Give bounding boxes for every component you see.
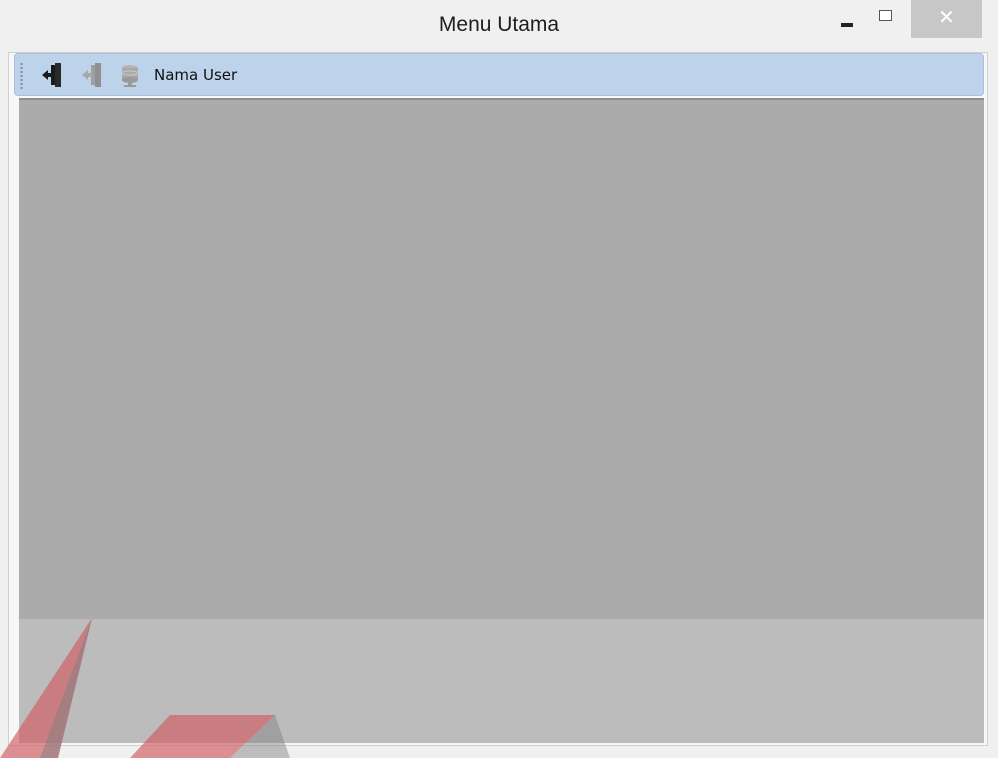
minimize-icon — [841, 23, 853, 27]
logout-door-icon — [82, 63, 101, 87]
database-icon — [121, 65, 139, 87]
user-name-label: Nama User — [154, 66, 238, 84]
login-door-icon — [42, 63, 61, 87]
close-icon: ✕ — [938, 5, 955, 29]
logout-button[interactable] — [81, 63, 103, 87]
main-window: Menu Utama ✕ Nama User — [0, 0, 998, 758]
title-bar[interactable]: Menu Utama ✕ — [0, 0, 998, 52]
database-button[interactable] — [119, 63, 141, 87]
watermark-logo — [0, 618, 290, 758]
close-button[interactable]: ✕ — [911, 0, 982, 38]
toolbar: Nama User — [14, 53, 984, 96]
minimize-button[interactable] — [830, 0, 866, 38]
toolbar-grip-icon[interactable] — [20, 62, 23, 89]
maximize-button[interactable] — [866, 0, 906, 38]
maximize-icon — [879, 10, 892, 21]
login-button[interactable] — [41, 63, 63, 87]
